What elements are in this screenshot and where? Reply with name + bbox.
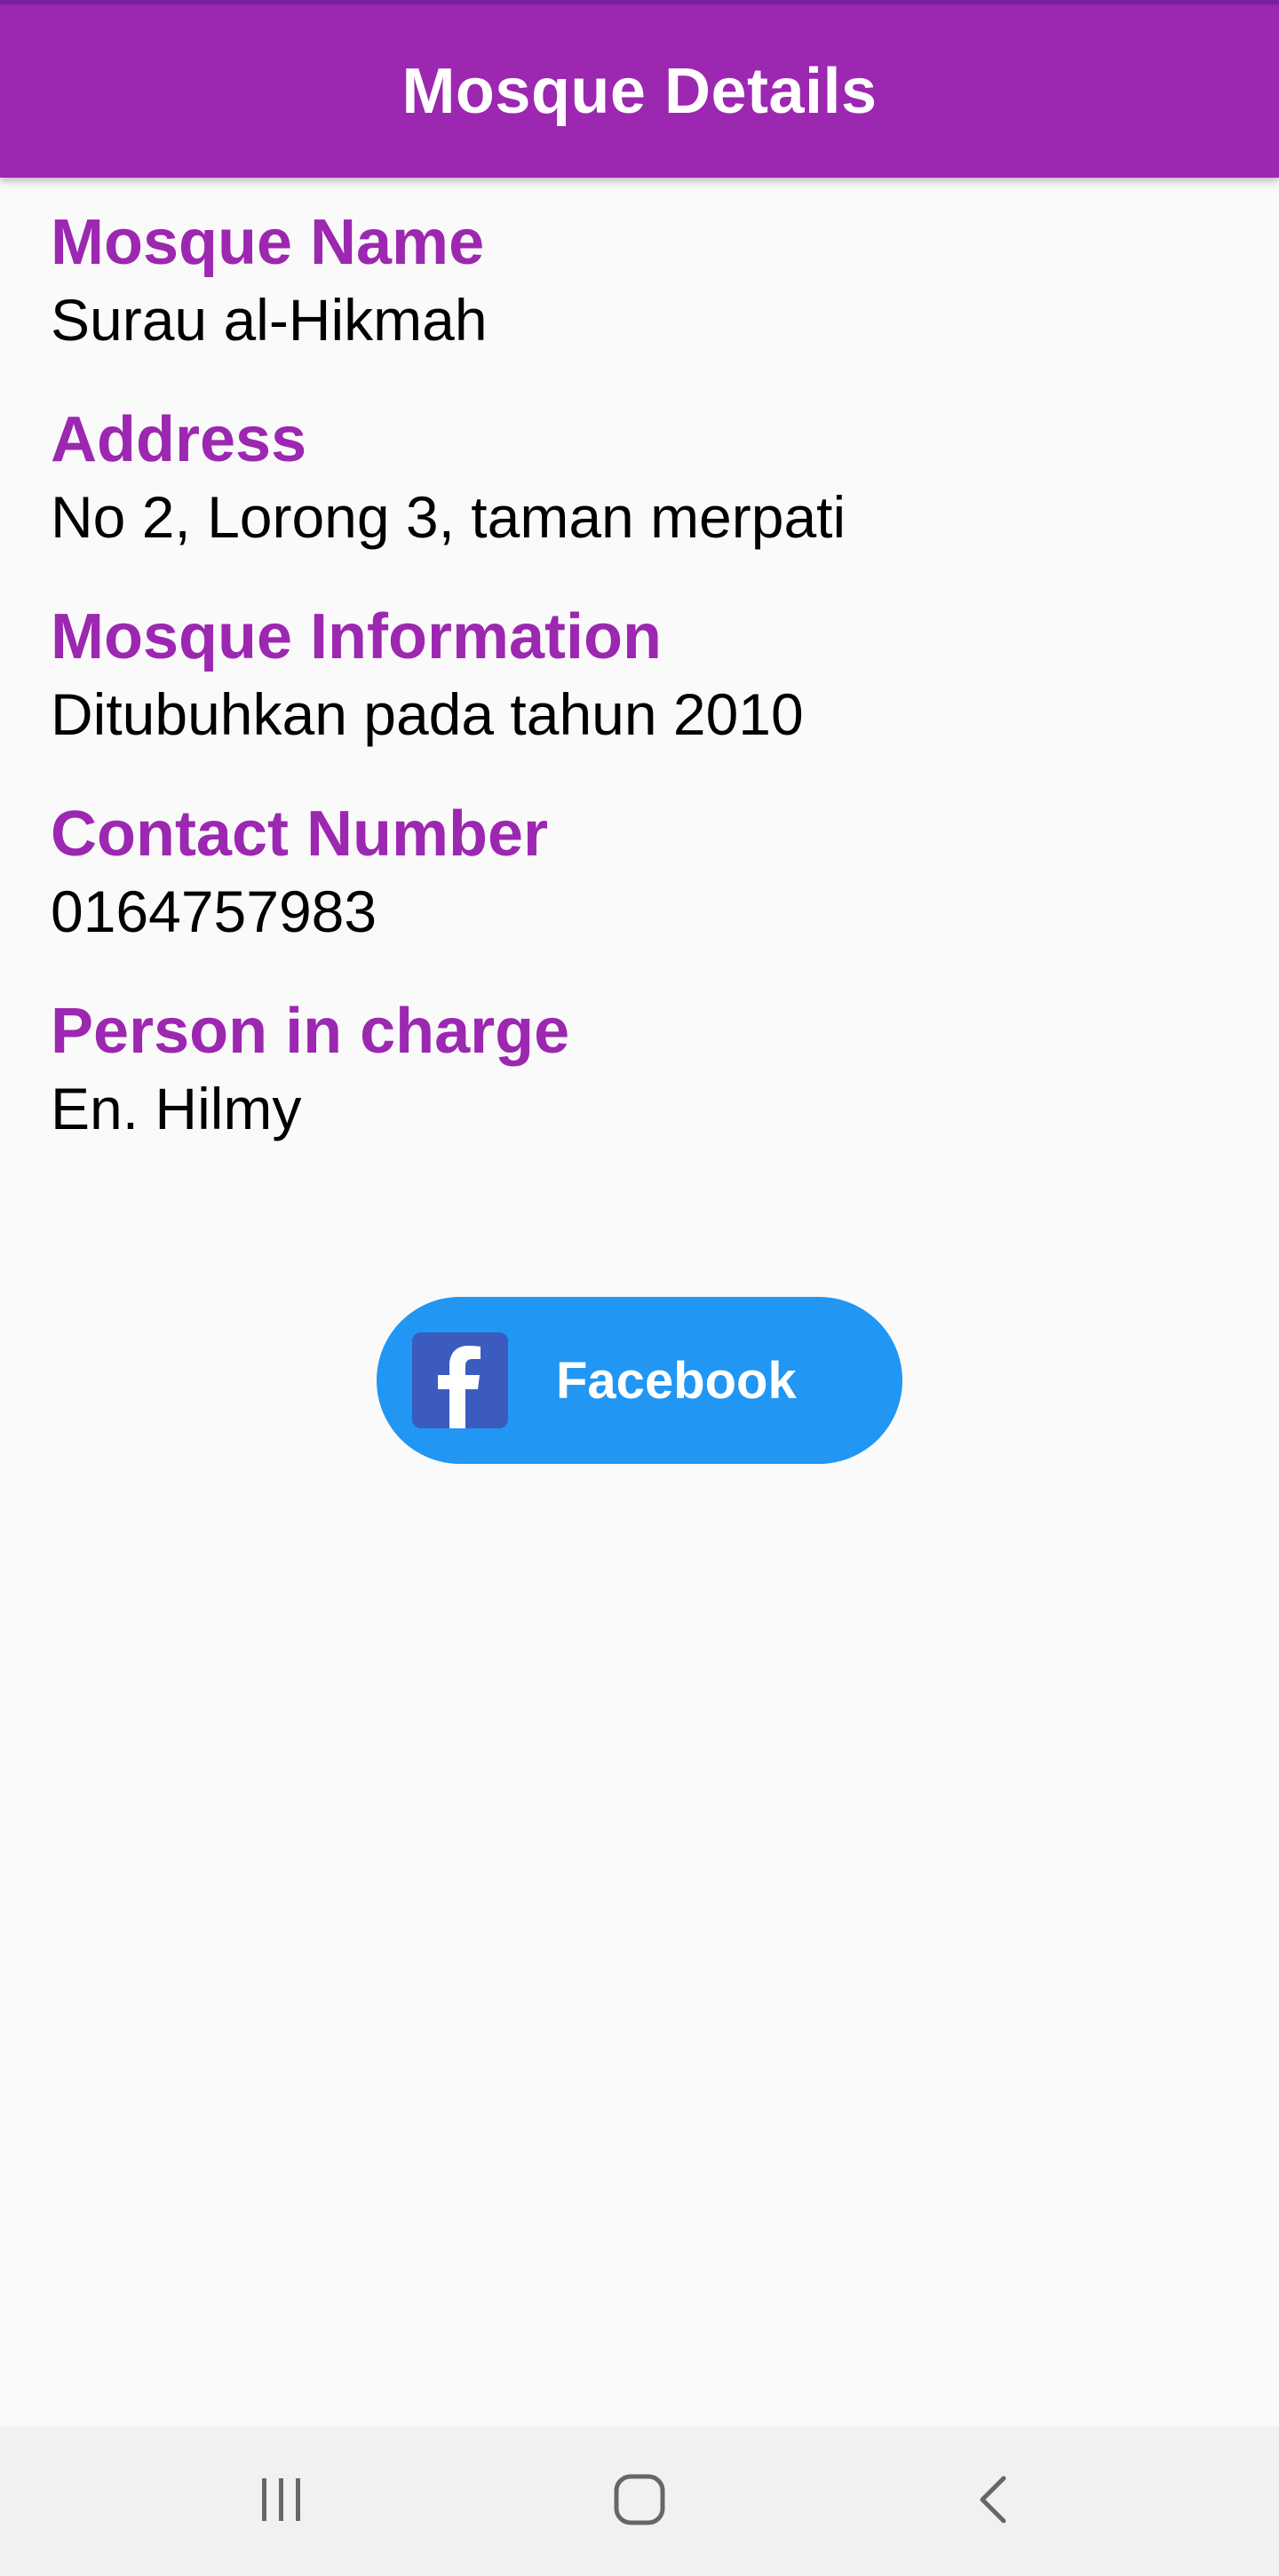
page-title: Mosque Details	[401, 55, 878, 127]
field-value: En. Hilmy	[51, 1076, 302, 1141]
field-person-in-charge: Person in charge En. Hilmy	[51, 991, 1228, 1146]
field-value: Ditubuhkan pada tahun 2010	[51, 681, 804, 747]
facebook-button-label: Facebook	[556, 1351, 797, 1410]
system-nav-bar	[0, 2427, 1279, 2576]
facebook-button-container: Facebook	[0, 1297, 1279, 1464]
back-button[interactable]	[906, 2427, 1084, 2576]
mosque-details-screen: Mosque Details Mosque Name Surau al-Hikm…	[0, 0, 1279, 2576]
field-label: Mosque Name	[51, 207, 485, 278]
app-bar: Mosque Details	[0, 0, 1279, 178]
field-mosque-information: Mosque Information Ditubuhkan pada tahun…	[51, 597, 1228, 751]
field-label: Person in charge	[51, 996, 570, 1067]
field-label: Mosque Information	[51, 601, 662, 672]
field-value: 0164757983	[51, 879, 377, 944]
field-label: Address	[51, 404, 307, 475]
recent-apps-icon	[255, 2473, 308, 2531]
details-list: Mosque Name Surau al-Hikmah Address No 2…	[51, 203, 1228, 1189]
recent-apps-button[interactable]	[193, 2427, 370, 2576]
facebook-button[interactable]: Facebook	[377, 1297, 902, 1464]
field-contact-number: Contact Number 0164757983	[51, 794, 1228, 949]
home-button[interactable]	[551, 2427, 728, 2576]
back-icon	[968, 2473, 1021, 2531]
field-value: No 2, Lorong 3, taman merpati	[51, 484, 846, 550]
facebook-icon	[412, 1332, 508, 1428]
field-value: Surau al-Hikmah	[51, 287, 488, 353]
home-icon	[611, 2471, 668, 2532]
field-label: Contact Number	[51, 799, 549, 870]
field-address: Address No 2, Lorong 3, taman merpati	[51, 400, 1228, 554]
field-mosque-name: Mosque Name Surau al-Hikmah	[51, 203, 1228, 357]
